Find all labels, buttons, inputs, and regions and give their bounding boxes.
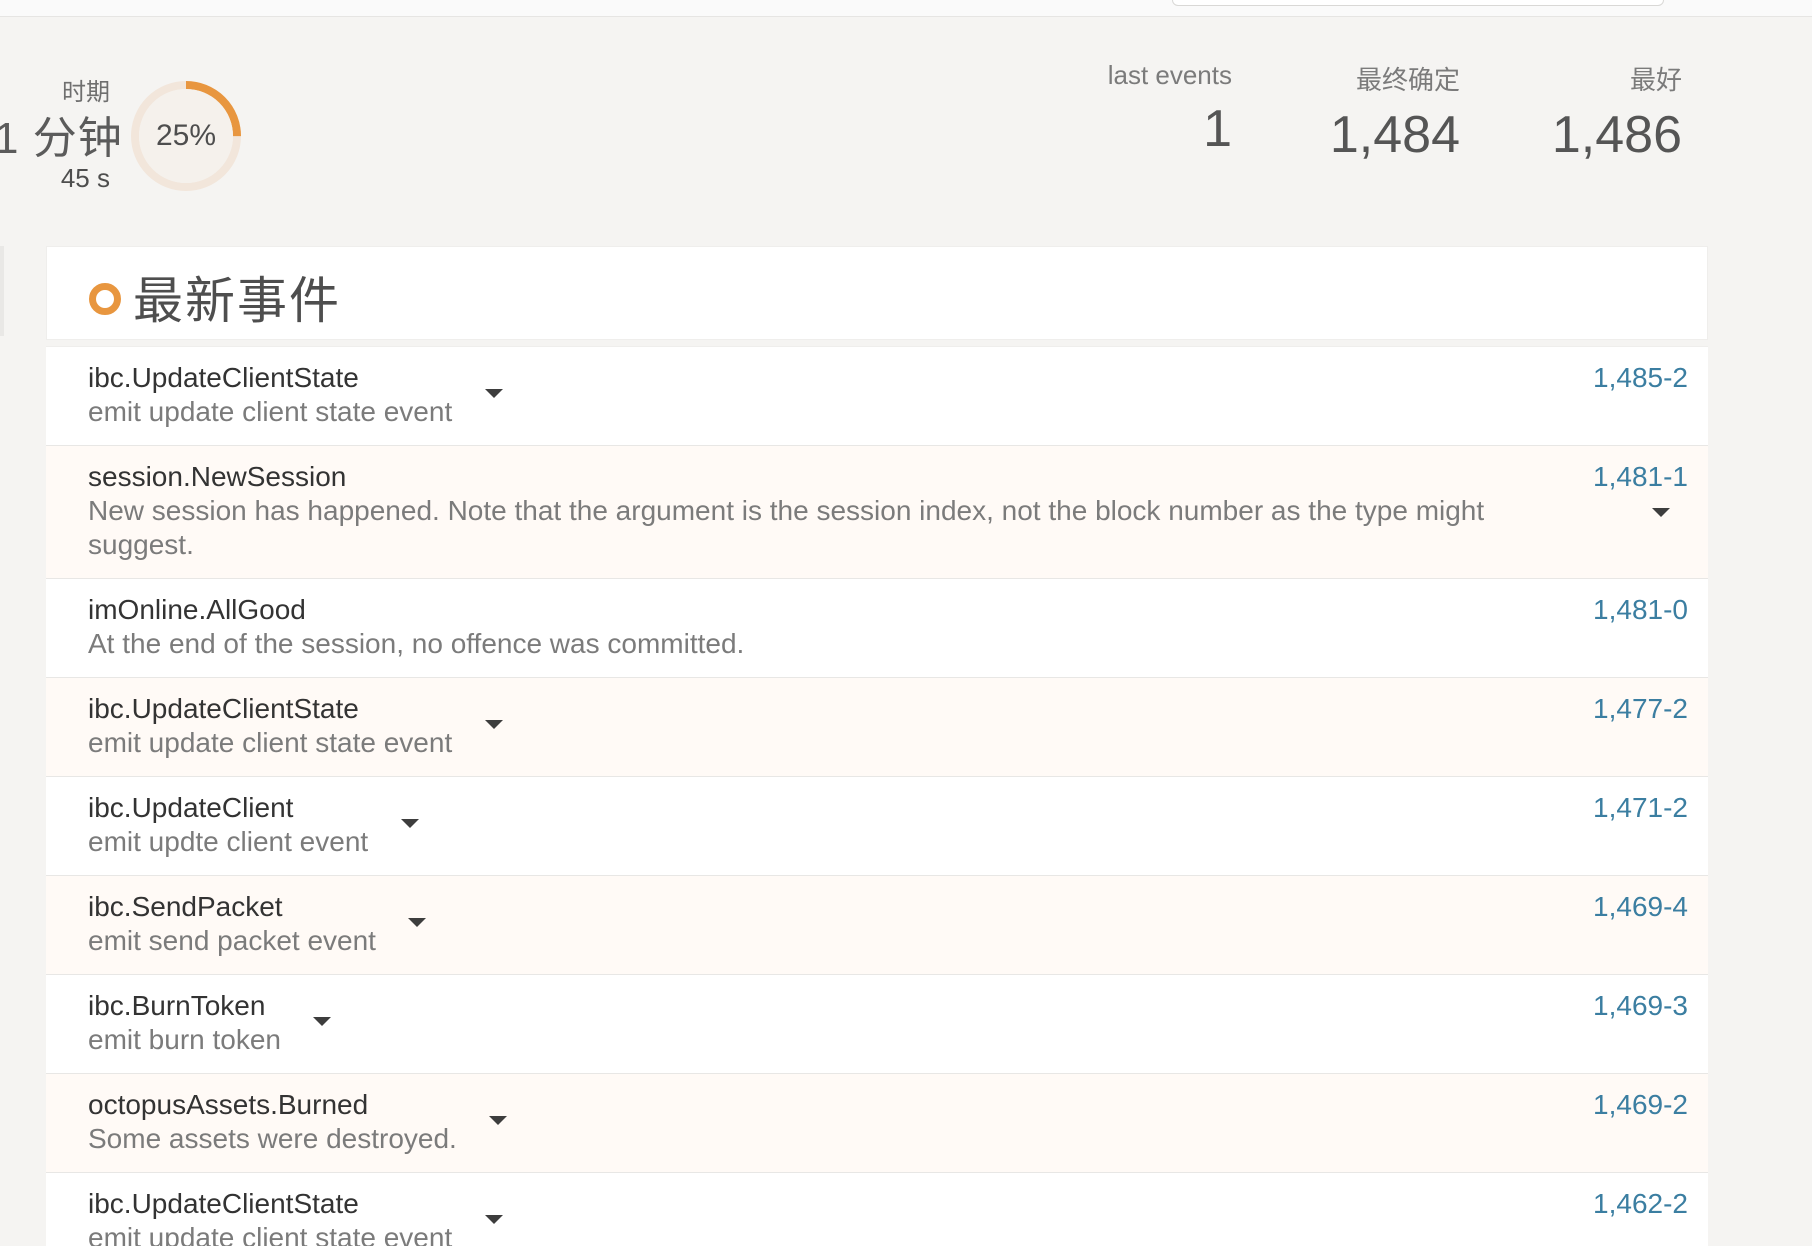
event-row: ibc.UpdateClientState emit update client… — [46, 347, 1708, 446]
event-name: octopusAssets.Burned — [88, 1089, 369, 1120]
event-block-link[interactable]: 1,469-2 — [1593, 1088, 1688, 1122]
event-row: ibc.UpdateClient emit updte client event… — [46, 777, 1708, 876]
event-block-link[interactable]: 1,477-2 — [1593, 692, 1688, 726]
card-title: 最新事件 — [133, 273, 341, 329]
event-description: emit updte client event — [88, 826, 369, 857]
chevron-down-icon[interactable] — [1652, 508, 1670, 517]
search-input[interactable] — [1172, 0, 1664, 6]
stat-value: 1,486 — [1551, 106, 1682, 164]
event-text: ibc.UpdateClientState emit update client… — [88, 1187, 452, 1246]
event-row: ibc.BurnToken emit burn token 1,469-3 — [46, 975, 1708, 1074]
circle-dot-icon — [89, 283, 121, 315]
event-name: imOnline.AllGood — [88, 594, 306, 625]
event-block-link[interactable]: 1,471-2 — [1593, 791, 1688, 825]
page: 时期 1 分钟 45 s 25% last events 1 最终确定 1,48… — [0, 0, 1812, 1246]
stat-label: last events — [1107, 60, 1232, 90]
event-block-link[interactable]: 1,469-4 — [1593, 890, 1688, 924]
event-description: emit send packet event — [88, 925, 376, 956]
stat-value: 1,484 — [1329, 106, 1460, 164]
event-name: ibc.UpdateClientState — [88, 693, 359, 724]
chevron-down-icon[interactable] — [484, 1215, 503, 1224]
event-row: session.NewSession New session has happe… — [46, 446, 1708, 579]
event-description: Some assets were destroyed. — [88, 1123, 457, 1154]
stat-best: 最好 1,486 — [1520, 60, 1682, 165]
stat-label: 最终确定 — [1355, 65, 1460, 95]
event-text: ibc.UpdateClientState emit update client… — [88, 361, 452, 429]
stat-label: 最好 — [1629, 65, 1682, 95]
event-row: ibc.UpdateClientState emit update client… — [46, 1173, 1708, 1246]
event-description: emit update client state event — [88, 727, 453, 758]
event-name: ibc.SendPacket — [88, 891, 283, 922]
chevron-down-icon[interactable] — [489, 1116, 508, 1125]
event-description: emit burn token — [88, 1024, 281, 1055]
stat-value: 1 — [1203, 100, 1232, 158]
event-text: ibc.BurnToken emit burn token — [88, 989, 281, 1057]
event-name: session.NewSession — [88, 461, 347, 492]
period-value: 1 分钟 — [0, 114, 123, 163]
event-row: octopusAssets.Burned Some assets were de… — [46, 1074, 1708, 1173]
chevron-down-icon[interactable] — [484, 389, 503, 398]
event-block-link[interactable]: 1,485-2 — [1593, 361, 1688, 395]
stat-last-events: last events 1 — [1080, 60, 1232, 159]
period-block: 时期 1 分钟 45 s — [0, 72, 123, 194]
event-row: ibc.SendPacket emit send packet event 1,… — [46, 876, 1708, 975]
event-text: imOnline.AllGood At the end of the sessi… — [88, 593, 744, 661]
event-row: ibc.UpdateClientState emit update client… — [46, 678, 1708, 777]
event-name: ibc.UpdateClient — [88, 792, 294, 823]
stat-finalized: 最终确定 1,484 — [1300, 60, 1460, 165]
chevron-down-icon[interactable] — [484, 720, 503, 729]
chevron-down-icon[interactable] — [408, 918, 427, 927]
event-name: ibc.BurnToken — [88, 990, 266, 1021]
chevron-down-icon[interactable] — [313, 1017, 332, 1026]
recent-events-card: 最新事件 ibc.UpdateClientState emit update c… — [46, 246, 1708, 1246]
progress-percent: 25% — [155, 119, 217, 152]
card-header: 最新事件 — [46, 246, 1708, 340]
summary-panel: 时期 1 分钟 45 s 25% last events 1 最终确定 1,48… — [0, 60, 1812, 210]
event-text: octopusAssets.Burned Some assets were de… — [88, 1088, 457, 1156]
event-description: At the end of the session, no offence wa… — [88, 628, 745, 659]
period-progress-ring: 25% — [128, 78, 244, 194]
event-text: ibc.SendPacket emit send packet event — [88, 890, 376, 958]
side-edge — [0, 246, 4, 336]
event-name: ibc.UpdateClientState — [88, 362, 359, 393]
event-block-link[interactable]: 1,469-3 — [1593, 989, 1688, 1023]
event-description: New session has happened. Note that the … — [88, 495, 1485, 560]
event-block-link[interactable]: 1,481-0 — [1593, 593, 1688, 627]
event-name: ibc.UpdateClientState — [88, 1188, 359, 1219]
event-row: imOnline.AllGood At the end of the sessi… — [46, 579, 1708, 678]
event-block-link[interactable]: 1,462-2 — [1593, 1187, 1688, 1221]
events-list: ibc.UpdateClientState emit update client… — [46, 346, 1708, 1246]
top-bar — [0, 0, 1812, 17]
chevron-down-icon[interactable] — [400, 819, 419, 828]
period-label: 时期 — [62, 79, 110, 106]
event-description: emit update client state event — [88, 396, 453, 427]
event-text: ibc.UpdateClientState emit update client… — [88, 692, 452, 760]
event-block-link[interactable]: 1,481-1 — [1593, 460, 1688, 494]
event-description: emit update client state event — [88, 1222, 453, 1246]
period-subvalue: 45 s — [60, 163, 110, 193]
event-text: ibc.UpdateClient emit updte client event — [88, 791, 368, 859]
event-text: session.NewSession New session has happe… — [88, 460, 1548, 562]
